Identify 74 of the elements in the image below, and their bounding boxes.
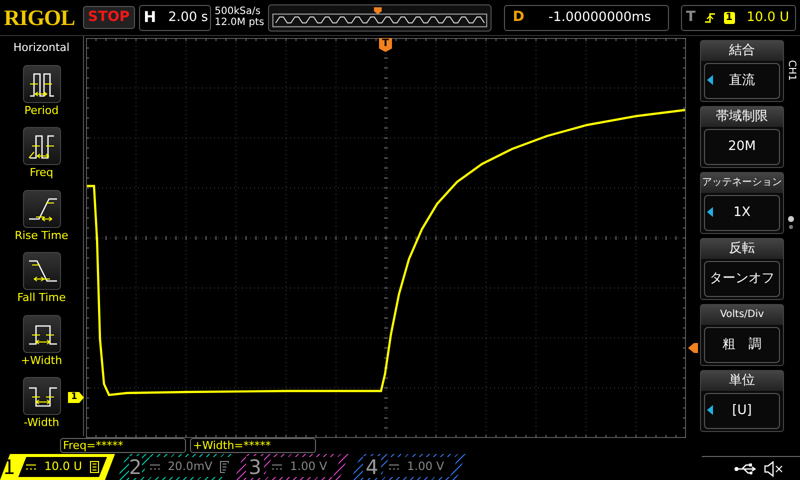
menu-value-text: [U] bbox=[732, 402, 752, 420]
rising-edge-icon bbox=[704, 12, 716, 24]
measure-label: Period bbox=[24, 102, 59, 118]
page-dots-icon bbox=[787, 216, 795, 230]
trigger-level: 10.0 U bbox=[746, 8, 790, 27]
measurement-readout: +Width=***** bbox=[190, 438, 316, 452]
menu-group-title: 帯域制限 bbox=[701, 107, 783, 127]
channel-offset-marker[interactable]: 1 bbox=[68, 392, 84, 403]
bandwidth-limit-icon bbox=[90, 461, 99, 473]
menu-group-title: アッテネーション bbox=[701, 173, 783, 193]
measure-label: -Width bbox=[24, 415, 60, 431]
bandwidth-limit-icon bbox=[220, 461, 230, 473]
measure-button[interactable] bbox=[22, 64, 60, 102]
channel-number: 4 bbox=[363, 456, 381, 478]
dc-coupling-icon bbox=[389, 464, 399, 470]
measure-button[interactable] bbox=[22, 190, 60, 228]
measure-button[interactable] bbox=[22, 377, 60, 415]
usb-icon bbox=[734, 462, 756, 474]
channel-scale: 20.0mV bbox=[168, 458, 212, 476]
timebase-display[interactable]: H 2.00 s bbox=[138, 4, 211, 30]
menu-value-text: 粗 調 bbox=[722, 336, 762, 354]
left-arrow-icon bbox=[707, 405, 713, 415]
menu-group-title: 結合 bbox=[701, 41, 783, 61]
trigger-source-badge: 1 bbox=[724, 12, 735, 24]
dc-coupling-icon bbox=[272, 464, 282, 470]
menu-value-text: 1X bbox=[733, 204, 751, 222]
delay-label: D bbox=[512, 8, 526, 27]
trigger-label: T bbox=[686, 8, 696, 27]
memory-depth: 12.0M pts bbox=[214, 18, 264, 28]
measure-label: Fall Time bbox=[17, 290, 66, 306]
measure-button[interactable] bbox=[22, 127, 60, 165]
channel-tab[interactable]: 2 20.0mV bbox=[117, 454, 232, 480]
measurement-readout: Freq=***** bbox=[60, 438, 186, 452]
menu-group[interactable]: 帯域制限 20M bbox=[700, 106, 784, 168]
left-arrow-icon bbox=[707, 75, 713, 85]
speaker-muted-icon bbox=[764, 460, 784, 476]
channel-number: 2 bbox=[129, 456, 142, 478]
menu-group-title: 反転 bbox=[701, 239, 783, 259]
channel-label: CH1 bbox=[785, 60, 797, 81]
measure-button[interactable] bbox=[22, 252, 60, 290]
trigger-position-marker[interactable]: T bbox=[379, 38, 392, 52]
delay-value: -1.00000000ms bbox=[548, 8, 652, 27]
timebase-label: H bbox=[142, 7, 158, 28]
dc-coupling-icon bbox=[150, 464, 160, 470]
menu-group[interactable]: 反転 ターンオフ bbox=[700, 238, 784, 300]
menu-group[interactable]: Volts/Div 粗 調 bbox=[700, 304, 784, 366]
channel-tab[interactable]: 4 1.00 V bbox=[351, 454, 466, 480]
menu-group[interactable]: アッテネーション 1X bbox=[700, 172, 784, 234]
channel-scale: 1.00 V bbox=[407, 458, 444, 476]
menu-title: Horizontal bbox=[13, 40, 70, 56]
menu-value-text: 直流 bbox=[729, 72, 755, 90]
measure-label: +Width bbox=[20, 352, 62, 368]
run-stop-button[interactable]: STOP bbox=[82, 6, 135, 30]
menu-group-title: Volts/Div bbox=[701, 305, 783, 325]
brand-logo: RIGOL bbox=[4, 4, 75, 32]
channel-tab[interactable]: 3 1.00 V bbox=[234, 454, 349, 480]
measure-button[interactable] bbox=[22, 314, 60, 352]
sample-rate: 500kSa/s bbox=[214, 7, 262, 18]
timebase-value: 2.00 s bbox=[168, 8, 208, 27]
menu-group[interactable]: 単位 [U] bbox=[700, 370, 784, 432]
trigger-display[interactable]: T 1 10.0 U bbox=[681, 4, 796, 30]
menu-group-title: 単位 bbox=[701, 371, 783, 391]
channel-scale: 1.00 V bbox=[290, 458, 328, 476]
menu-group[interactable]: 結合 直流 bbox=[700, 40, 784, 102]
menu-value-text: ターンオフ bbox=[710, 270, 774, 288]
left-arrow-icon bbox=[707, 207, 713, 217]
menu-value-text: 20M bbox=[728, 138, 756, 156]
trigger-level-marker[interactable] bbox=[688, 343, 698, 353]
delay-display[interactable]: D -1.00000000ms bbox=[504, 4, 670, 30]
channel-scale: 10.0 U bbox=[44, 458, 82, 476]
channel-number: 3 bbox=[246, 456, 264, 478]
dc-coupling-icon bbox=[26, 464, 36, 470]
measure-label: Rise Time bbox=[14, 228, 68, 244]
measure-label: Freq bbox=[30, 165, 54, 181]
